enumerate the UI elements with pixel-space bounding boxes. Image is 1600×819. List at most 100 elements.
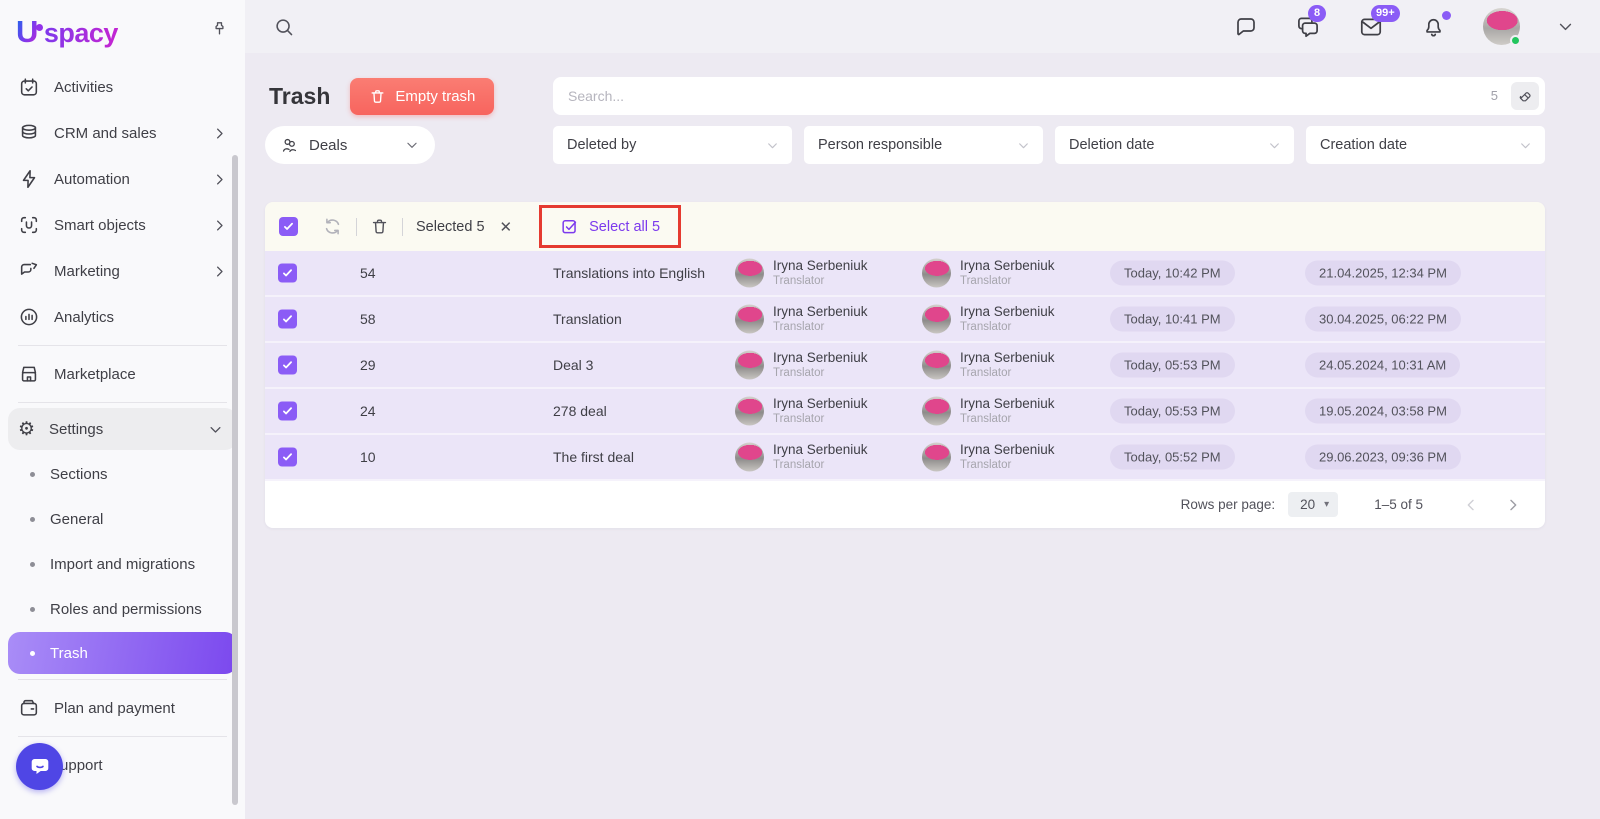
responsible-person: Iryna Serbeniuk Translator [960,258,1055,288]
filter-creation-date[interactable]: Creation date [1306,126,1545,164]
delete-selected-icon[interactable] [370,217,389,236]
bullet-icon [30,472,35,477]
deletion-date-badge: Today, 05:52 PM [1110,445,1235,470]
sidebar-subitem-trash[interactable]: Trash [8,632,237,674]
responsible-person: Iryna Serbeniuk Translator [960,350,1055,380]
filter-deletion-date[interactable]: Deletion date [1055,126,1294,164]
table-row[interactable]: 29 Deal 3 Iryna Serbeniuk Translator Iry… [265,343,1545,389]
bullet-icon [30,607,35,612]
sidebar-item-marketing[interactable]: Marketing [0,248,245,294]
next-page-icon[interactable] [1505,497,1521,513]
row-id: 54 [360,265,376,281]
sidebar-subitem-sections[interactable]: Sections [0,452,245,497]
refresh-icon[interactable] [322,216,343,237]
row-checkbox[interactable] [278,402,297,421]
sidebar-item-plan-and-payment[interactable]: Plan and payment [0,685,245,731]
table-row[interactable]: 54 Translations into English Iryna Serbe… [265,251,1545,297]
sidebar-item-label: Automation [54,171,130,188]
clear-selection-icon[interactable]: ✕ [500,218,513,236]
sidebar-item-analytics[interactable]: Analytics [0,294,245,340]
row-checkbox[interactable] [278,448,297,467]
filter-label: Creation date [1320,137,1407,153]
sidebar-item-activities[interactable]: Activities [0,64,245,110]
table-row[interactable]: 58 Translation Iryna Serbeniuk Translato… [265,297,1545,343]
select-all-checkbox[interactable] [279,217,298,236]
table-toolbar: Selected 5 ✕ Select all 5 [265,202,1545,251]
page-title: Trash [269,83,330,110]
bullet-icon [30,651,35,656]
table-row[interactable]: 10 The first deal Iryna Serbeniuk Transl… [265,435,1545,481]
row-checkbox[interactable] [278,264,297,283]
deleted-by-avatar [735,443,764,472]
search-icon[interactable] [273,16,295,38]
chevron-down-icon [1519,139,1532,152]
deal-icon [280,136,299,155]
divider [18,736,227,737]
sidebar-subitem-label: Trash [50,645,88,662]
table-row[interactable]: 24 278 deal Iryna Serbeniuk Translator I… [265,389,1545,435]
filter-deleted-by[interactable]: Deleted by [553,126,792,164]
divider [356,218,357,236]
notifications-bell-icon[interactable] [1421,14,1446,39]
row-checkbox[interactable] [278,356,297,375]
search-input[interactable] [553,77,1545,115]
select-all-label: Select all 5 [589,219,660,235]
sidebar-item-label: Smart objects [54,217,146,234]
pin-sidebar-icon[interactable] [210,20,229,39]
responsible-avatar [922,397,951,426]
sidebar-subitem-import-and-migrations[interactable]: Import and migrations [0,542,245,587]
sidebar-item-smart-objects[interactable]: Smart objects [0,202,245,248]
messenger-icon[interactable]: 8 [1295,14,1321,40]
creation-date-badge: 30.04.2025, 06:22 PM [1305,307,1461,332]
sidebar-item-marketplace[interactable]: Marketplace [0,351,245,397]
feedback-chat-icon[interactable] [1234,15,1258,39]
sidebar-subitem-general[interactable]: General [0,497,245,542]
filter-label: Deletion date [1069,137,1154,153]
sidebar-scrollbar[interactable] [232,155,238,805]
user-avatar[interactable] [1483,8,1520,45]
sidebar-item-crm[interactable]: CRM and sales [0,110,245,156]
chevron-right-icon [212,126,227,141]
check-icon [281,267,294,280]
filter-person-responsible[interactable]: Person responsible [804,126,1043,164]
row-checkbox[interactable] [278,310,297,329]
profile-chevron-down-icon[interactable] [1557,18,1574,35]
sidebar-subitem-label: Sections [50,466,108,483]
support-chat-button[interactable] [16,743,63,790]
sidebar-item-settings[interactable]: ⚙ Settings [8,408,237,450]
divider [18,345,227,346]
eraser-icon [1517,88,1534,105]
analytics-icon [18,306,40,328]
person-role: Translator [960,412,1055,426]
deletion-date-badge: Today, 05:53 PM [1110,353,1235,378]
row-id: 10 [360,449,376,465]
row-deal-name: Deal 3 [553,357,593,373]
sidebar-subitem-roles-and-permissions[interactable]: Roles and permissions [0,587,245,632]
check-icon [281,405,294,418]
sidebar-item-label: Settings [49,421,103,438]
creation-date-badge: 19.05.2024, 03:58 PM [1305,399,1461,424]
entity-filter-label: Deals [309,137,347,154]
sidebar-item-automation[interactable]: Automation [0,156,245,202]
lightning-icon [18,168,40,190]
entity-filter-deals[interactable]: Deals [265,126,435,164]
check-icon [281,313,294,326]
rows-per-page-value: 20 [1300,497,1315,512]
row-deal-name: 278 deal [553,403,607,419]
sidebar-item-label: Activities [54,79,113,96]
row-deal-name: Translation [553,311,622,327]
row-deal-name: The first deal [553,449,634,465]
uspacy-logo[interactable]: Uspacy [16,14,118,50]
empty-trash-button[interactable]: Empty trash [350,78,494,115]
select-all-highlighted[interactable]: Select all 5 [539,205,681,248]
responsible-person: Iryna Serbeniuk Translator [960,442,1055,472]
previous-page-icon[interactable] [1463,497,1479,513]
rows-per-page-select[interactable]: 20 ▾ [1288,492,1338,517]
caret-down-icon: ▾ [1324,499,1329,510]
clear-filters-button[interactable] [1511,82,1539,110]
mail-icon[interactable]: 99+ [1358,14,1384,40]
chevron-right-icon [212,264,227,279]
deletion-date-badge: Today, 05:53 PM [1110,399,1235,424]
divider [402,218,403,236]
trash-table: Selected 5 ✕ Select all 5 54 Translation… [265,202,1545,528]
